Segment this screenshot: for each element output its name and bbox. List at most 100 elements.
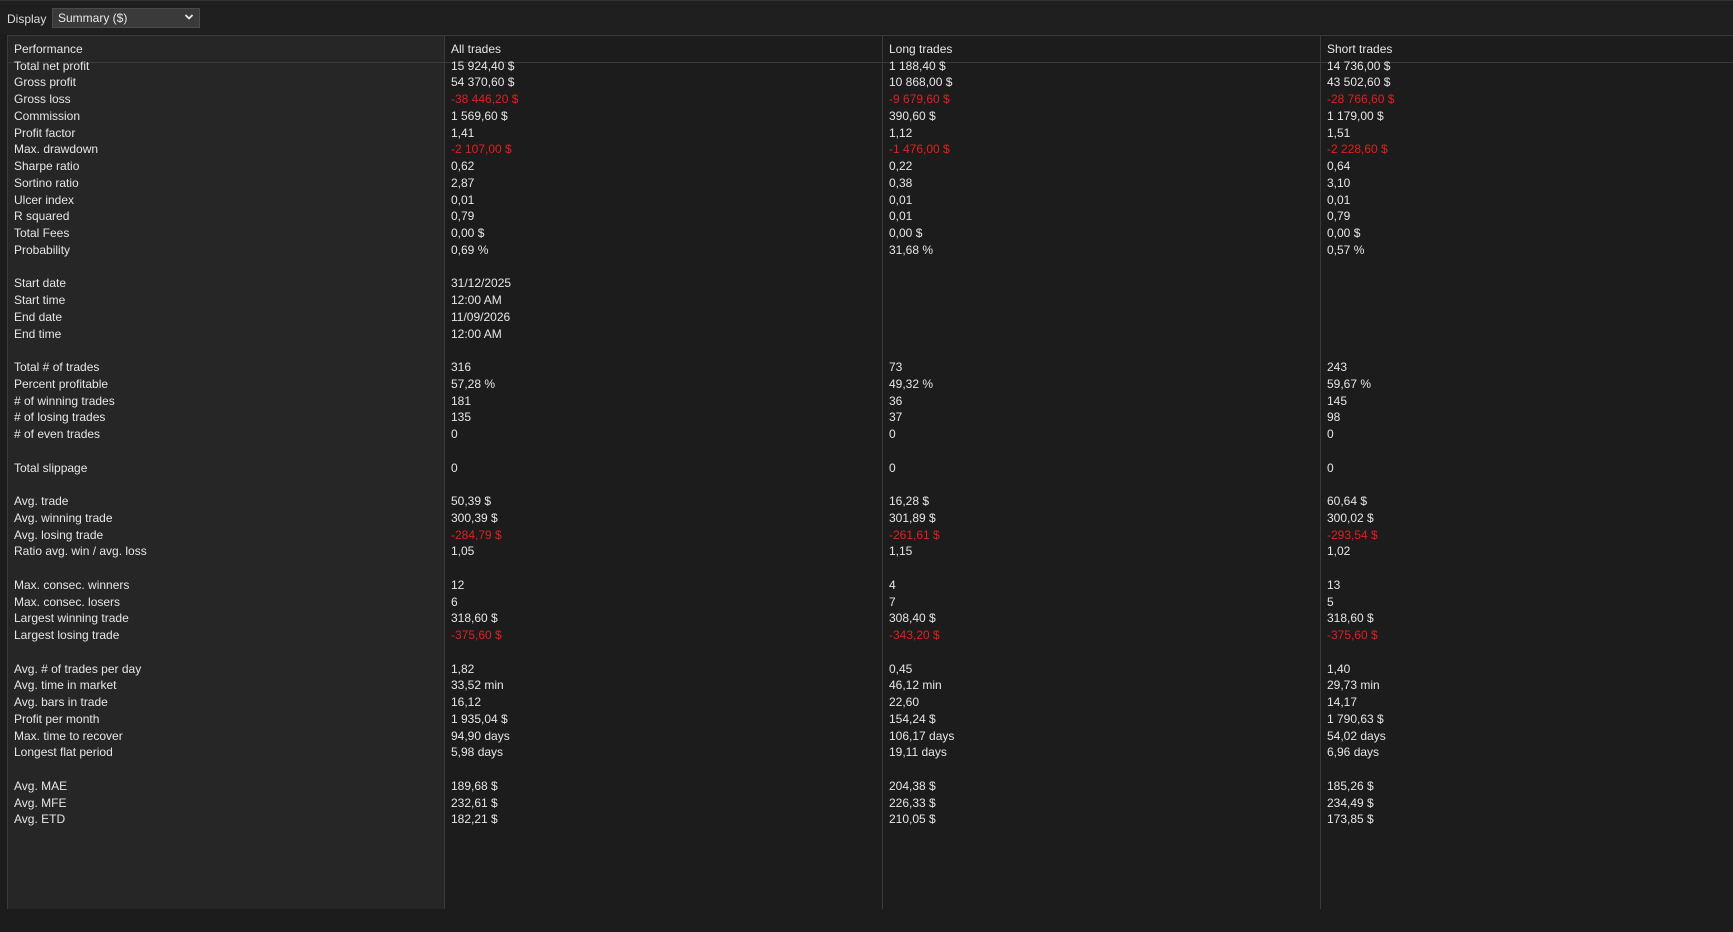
cell-all: 1,82: [451, 661, 475, 676]
cell-short: 54,02 days: [1327, 728, 1386, 743]
cell-short: 60,64 $: [1327, 494, 1368, 508]
row-label: Avg. ETD: [14, 812, 66, 827]
performance-table: Performance Total net profit Gross profit…: [7, 35, 1733, 910]
cell-all: 12:00 AM: [451, 293, 502, 307]
row-label: Max. consec. winners: [14, 577, 130, 592]
cell-long: 22,60: [889, 695, 920, 709]
cell-long: 16,28 $: [889, 494, 930, 508]
row-label: Start date: [14, 276, 67, 291]
cell-short: 0,64: [1327, 159, 1351, 173]
row-label: Largest winning trade: [14, 611, 129, 626]
row-label: Avg. # of trades per day: [14, 661, 142, 676]
cell-all: 0,79: [451, 209, 475, 224]
row-label: Gross loss: [14, 92, 71, 106]
row-label: Gross profit: [14, 75, 77, 90]
cell-all: 33,52 min: [451, 678, 504, 693]
row-label: Avg. losing trade: [14, 527, 104, 542]
cell-long: 106,17 days: [889, 728, 955, 743]
cell-short: 0: [1327, 460, 1334, 475]
cell-all: 12:00 AM: [451, 326, 502, 341]
cell-long: 226,33 $: [889, 795, 936, 810]
cell-all: 2,87: [451, 175, 475, 190]
row-label: Total net profit: [14, 58, 90, 73]
cell-all: 316: [451, 360, 472, 374]
row-label: Sharpe ratio: [14, 159, 80, 173]
cell-short: 0,79: [1327, 209, 1351, 224]
cell-long: 390,60 $: [889, 108, 936, 123]
row-label: Longest flat period: [14, 745, 113, 760]
cell-long: 4: [889, 577, 896, 592]
row-label: Max. drawdown: [14, 142, 99, 157]
cell-all: 135: [451, 410, 472, 425]
cell-all: 0,62: [451, 159, 475, 173]
cell-all: 0,01: [451, 192, 475, 207]
row-label: Total Fees: [14, 226, 70, 240]
display-select-value: Summary ($): [58, 11, 128, 25]
row-label: Avg. MFE: [14, 795, 67, 810]
row-label: Commission: [14, 108, 81, 123]
cell-long: 210,05 $: [889, 812, 936, 827]
cell-short: 14,17: [1327, 695, 1358, 709]
row-label: Avg. MAE: [14, 778, 68, 793]
cell-long: 301,89 $: [889, 510, 936, 525]
cell-all: -375,60 $: [451, 628, 502, 642]
row-label: Profit per month: [14, 711, 100, 726]
cell-all: 94,90 days: [451, 728, 510, 743]
cell-short: -2 228,60 $: [1327, 142, 1388, 157]
cell-short: 300,02 $: [1327, 510, 1374, 525]
cell-all: 5,98 days: [451, 745, 504, 760]
cell-long: 19,11 days: [889, 745, 947, 760]
cell-short: 29,73 min: [1327, 678, 1380, 693]
cell-all: -2 107,00 $: [451, 142, 512, 157]
cell-all: 12: [451, 577, 465, 592]
cell-short: 0: [1327, 427, 1334, 441]
row-label: # of winning trades: [14, 393, 115, 408]
row-label: Avg. time in market: [14, 678, 117, 693]
cell-all: 1,05: [451, 544, 475, 559]
cell-all: 189,68 $: [451, 778, 498, 793]
cell-short: -375,60 $: [1327, 628, 1378, 642]
cell-all: 0,00 $: [451, 226, 485, 240]
table-footer: [7, 909, 1733, 932]
row-label: Total # of trades: [14, 360, 100, 374]
cell-short: 3,10: [1327, 175, 1351, 190]
row-label: End date: [14, 309, 63, 324]
cell-short: 185,26 $: [1327, 778, 1374, 793]
row-label: Probability: [14, 242, 71, 257]
row-label: Percent profitable: [14, 376, 109, 391]
row-label: Total slippage: [14, 460, 88, 475]
row-label: Start time: [14, 293, 66, 307]
cell-all: 31/12/2025: [451, 276, 512, 291]
cell-all: 1,41: [451, 125, 475, 140]
cell-long: 7: [889, 594, 896, 609]
cell-short: 13: [1327, 577, 1341, 592]
display-label: Display: [7, 12, 47, 26]
row-label: Largest losing trade: [14, 628, 120, 642]
cell-all: 0,69 %: [451, 242, 489, 257]
cell-long: 49,32 %: [889, 376, 934, 391]
cell-short: 59,67 %: [1327, 376, 1372, 391]
cell-all: -38 446,20 $: [451, 92, 519, 106]
cell-long: 10 868,00 $: [889, 75, 953, 90]
cell-short: 1,40: [1327, 661, 1351, 676]
header-long-trades[interactable]: Long trades: [883, 36, 1320, 63]
cell-short: -28 766,60 $: [1327, 92, 1395, 106]
cell-all: 54 370,60 $: [451, 75, 515, 90]
cell-long: 37: [889, 410, 903, 425]
cell-short: 6,96 days: [1327, 745, 1380, 760]
cell-short: 1 790,63 $: [1327, 711, 1384, 726]
cell-short: 0,00 $: [1327, 226, 1361, 240]
row-label: Profit factor: [14, 125, 76, 140]
cell-long: 0: [889, 427, 896, 441]
column-long-trades: Long trades 1 188,40 $ 10 868,00 $ -9 679,…: [883, 36, 1321, 910]
display-select[interactable]: Summary ($): [52, 8, 200, 28]
cell-all: 232,61 $: [451, 795, 498, 810]
cell-short: 0,57 %: [1327, 242, 1365, 257]
cell-long: 1 188,40 $: [889, 58, 946, 73]
cell-short: 1,51: [1327, 125, 1351, 140]
cell-all: 0: [451, 427, 458, 441]
cell-long: 73: [889, 360, 903, 374]
cell-long: 308,40 $: [889, 611, 936, 626]
cell-short: 1,02: [1327, 544, 1351, 559]
cell-all: 6: [451, 594, 458, 609]
